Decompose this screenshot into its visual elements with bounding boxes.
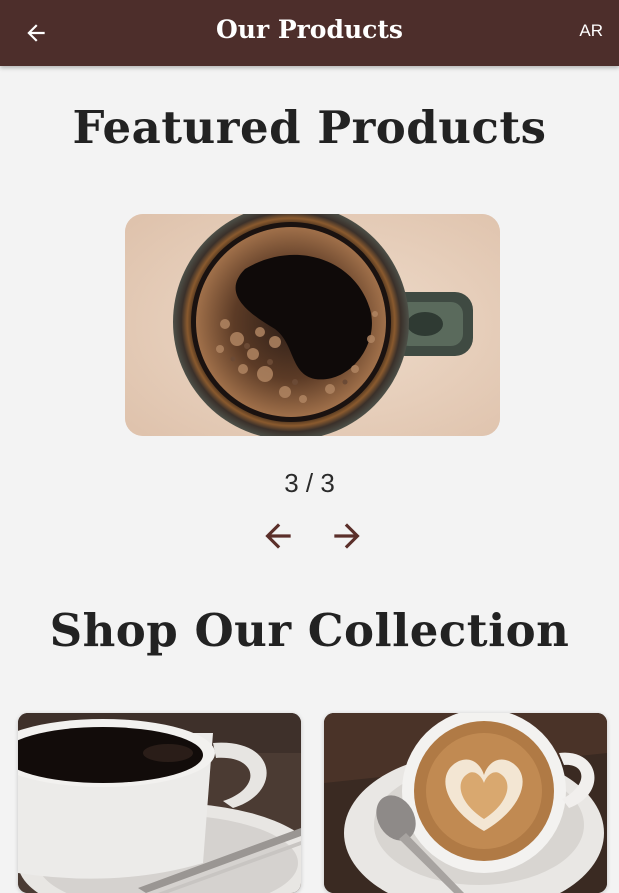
arrow-right-icon bbox=[334, 523, 360, 549]
carousel-pager: 3 / 3 bbox=[284, 468, 335, 498]
collection-heading: Shop Our Collection bbox=[49, 604, 570, 657]
black-coffee-cup-image bbox=[18, 713, 301, 893]
app-bar: Our Products AR bbox=[0, 0, 619, 66]
carousel-next-button[interactable] bbox=[327, 516, 367, 556]
featured-product-image[interactable] bbox=[125, 214, 500, 436]
carousel-prev-button[interactable] bbox=[258, 516, 298, 556]
language-toggle-button[interactable]: AR bbox=[579, 19, 603, 43]
coffee-mug-image bbox=[125, 214, 500, 436]
product-card[interactable] bbox=[18, 713, 301, 893]
product-card[interactable] bbox=[324, 713, 607, 893]
page-title: Our Products bbox=[216, 15, 403, 44]
latte-art-heart-cup-image bbox=[324, 713, 607, 893]
arrow-left-icon bbox=[265, 523, 291, 549]
featured-products-heading: Featured Products bbox=[72, 101, 547, 154]
